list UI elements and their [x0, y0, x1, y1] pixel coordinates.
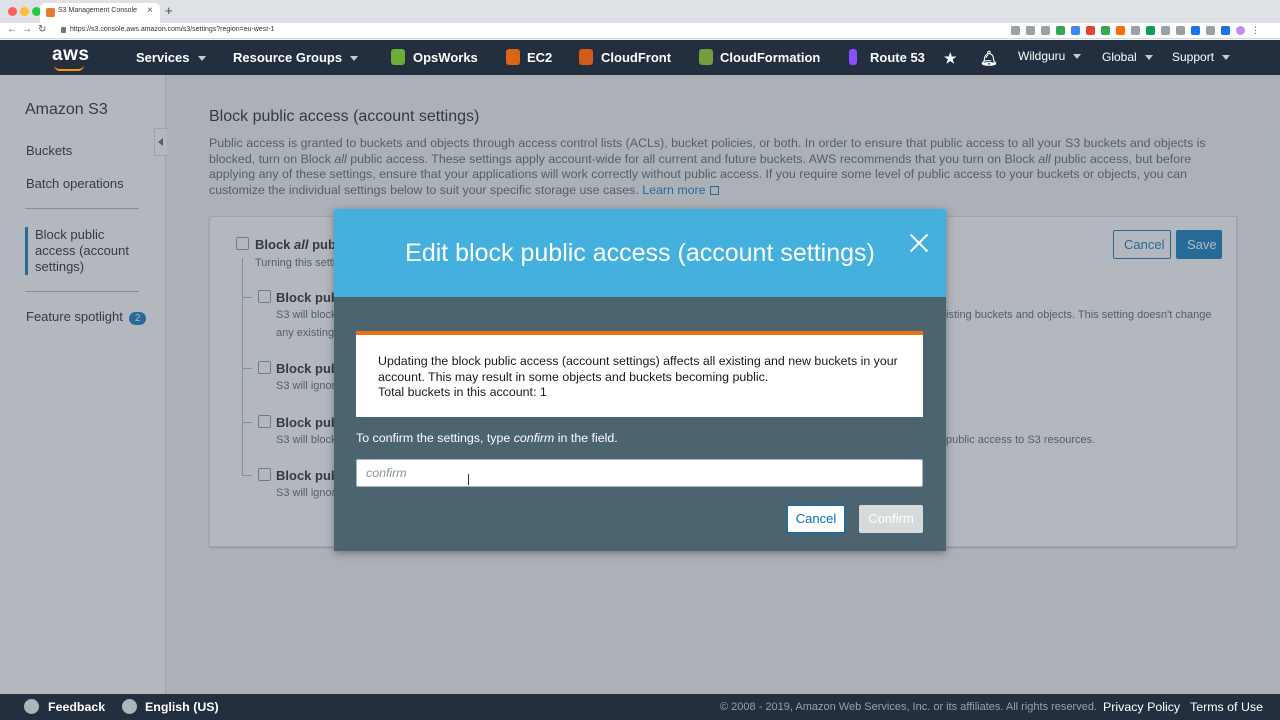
browser-tab[interactable]: S3 Management Console ×: [40, 3, 160, 23]
extension-icon[interactable]: [1071, 26, 1080, 35]
route53-icon: [849, 49, 857, 65]
opsworks-icon: [391, 49, 405, 65]
modal-header: Edit block public access (account settin…: [334, 209, 946, 297]
extension-icon[interactable]: [1221, 26, 1230, 35]
shortcut-cloudformation[interactable]: CloudFormation: [720, 50, 820, 65]
services-menu[interactable]: Services: [136, 50, 206, 65]
zoom-icon[interactable]: [1011, 26, 1020, 35]
extension-icon[interactable]: [1176, 26, 1185, 35]
confirm-instructions: To confirm the settings, type confirm in…: [356, 431, 618, 445]
menu-icon[interactable]: ⋮: [1251, 26, 1260, 35]
extension-icon[interactable]: [1161, 26, 1170, 35]
aws-logo[interactable]: aws: [52, 44, 89, 66]
resource-groups-menu[interactable]: Resource Groups: [233, 50, 359, 65]
language-selector[interactable]: English (US): [145, 700, 219, 714]
aws-top-nav: aws Services Resource Groups OpsWorks EC…: [0, 40, 1280, 75]
back-icon[interactable]: ←: [7, 24, 17, 35]
bell-icon[interactable]: 🔔︎: [980, 50, 998, 67]
feedback-link[interactable]: Feedback: [48, 700, 105, 714]
confirm-input[interactable]: [356, 459, 923, 487]
modal-title: Edit block public access (account settin…: [405, 239, 875, 267]
browser-toolbar: ← → ↻ https://s3.console.aws.amazon.com/…: [0, 23, 1280, 39]
shortcut-cloudfront[interactable]: CloudFront: [601, 50, 671, 65]
address-bar[interactable]: https://s3.console.aws.amazon.com/s3/set…: [70, 26, 274, 33]
aws-favicon-icon: [46, 8, 55, 17]
warning-alert: Updating the block public access (accoun…: [356, 331, 923, 417]
forward-icon[interactable]: →: [22, 24, 32, 35]
terms-of-use-link[interactable]: Terms of Use: [1190, 700, 1263, 714]
cloudfront-icon: [579, 49, 593, 65]
globe-icon: [122, 699, 137, 714]
window-close-button[interactable]: [8, 7, 17, 16]
extension-icon[interactable]: [1101, 26, 1110, 35]
shortcut-opsworks[interactable]: OpsWorks: [413, 50, 478, 65]
tab-close-icon[interactable]: ×: [147, 5, 153, 16]
pin-icon[interactable]: ★: [944, 50, 957, 67]
extension-icon[interactable]: [1041, 26, 1050, 35]
extension-icon[interactable]: [1146, 26, 1155, 35]
browser-tab-bar: S3 Management Console × +: [0, 0, 1280, 23]
reload-icon[interactable]: ↻: [38, 24, 46, 35]
cloudformation-icon: [699, 49, 713, 65]
feedback-icon: [24, 699, 39, 714]
extension-icon[interactable]: [1191, 26, 1200, 35]
extension-icon[interactable]: [1086, 26, 1095, 35]
extension-icon[interactable]: [1206, 26, 1215, 35]
browser-tab-title: S3 Management Console: [58, 7, 137, 14]
aws-logo-smile-icon: [54, 65, 84, 71]
star-icon[interactable]: [1026, 26, 1035, 35]
alert-text: Updating the block public access (accoun…: [378, 354, 898, 401]
extension-icon[interactable]: [1056, 26, 1065, 35]
copyright-text: © 2008 - 2019, Amazon Web Services, Inc.…: [720, 701, 1097, 713]
region-menu[interactable]: Global: [1102, 50, 1153, 64]
new-tab-icon[interactable]: +: [165, 3, 173, 18]
profile-avatar-icon[interactable]: [1236, 26, 1245, 35]
shortcut-route53[interactable]: Route 53: [870, 50, 925, 65]
total-buckets-text: Total buckets in this account: 1: [378, 385, 547, 400]
footer: Feedback English (US) © 2008 - 2019, Ama…: [0, 694, 1280, 720]
account-menu[interactable]: Wildguru: [1018, 49, 1082, 63]
extension-icons: ⋮: [1011, 26, 1260, 35]
edit-block-public-access-modal: Edit block public access (account settin…: [334, 209, 946, 551]
extension-icon[interactable]: [1131, 26, 1140, 35]
lock-icon: [61, 27, 66, 33]
alert-message: Updating the block public access (accoun…: [378, 354, 898, 384]
support-menu[interactable]: Support: [1172, 50, 1231, 64]
extension-icon[interactable]: [1116, 26, 1125, 35]
ec2-icon: [506, 49, 520, 65]
close-icon[interactable]: [908, 232, 930, 254]
text-cursor-icon: [468, 474, 469, 485]
modal-confirm-button[interactable]: Confirm: [859, 505, 923, 533]
shortcut-ec2[interactable]: EC2: [527, 50, 552, 65]
modal-cancel-button[interactable]: Cancel: [787, 505, 845, 533]
privacy-policy-link[interactable]: Privacy Policy: [1103, 700, 1180, 714]
window-minimize-button[interactable]: [20, 7, 29, 16]
